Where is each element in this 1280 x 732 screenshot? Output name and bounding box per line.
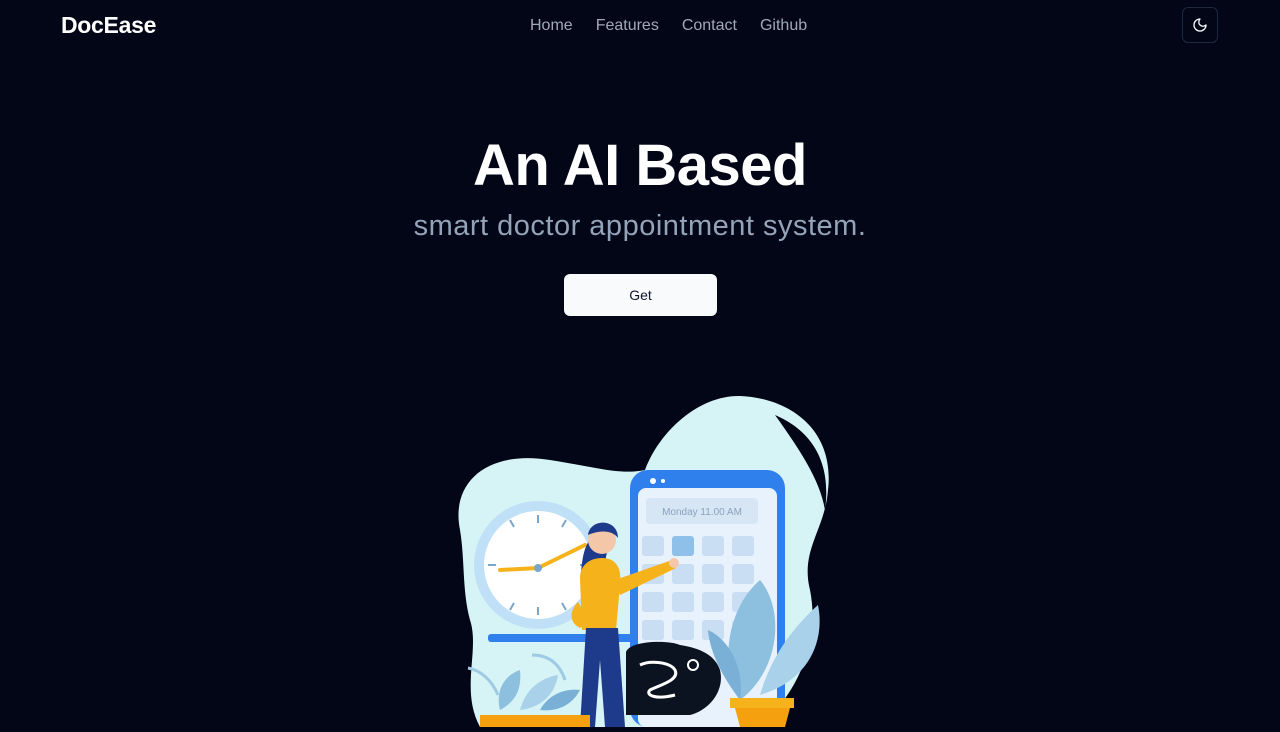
doctor-appointment-illustration: Monday 11.00 AM: [458, 395, 829, 727]
moon-icon: [1193, 18, 1207, 32]
calendar-label: Monday 11.00 AM: [662, 507, 742, 518]
top-navbar: DocEase Home Features Contact Github: [0, 0, 1280, 54]
hero-illustration: Monday 11.00 AM: [440, 390, 840, 727]
nav-link-github[interactable]: Github: [760, 16, 807, 36]
nav-link-home[interactable]: Home: [530, 16, 573, 36]
get-button[interactable]: Get: [564, 274, 717, 316]
nav-menu: Home Features Contact Github: [530, 16, 830, 36]
hero-title: An AI Based: [473, 133, 807, 198]
brand-logo[interactable]: DocEase: [61, 12, 156, 39]
nav-link-features[interactable]: Features: [596, 16, 659, 36]
nav-link-contact[interactable]: Contact: [682, 16, 737, 36]
theme-toggle-button[interactable]: [1182, 7, 1218, 43]
hero-subtitle: smart doctor appointment system.: [413, 210, 867, 242]
